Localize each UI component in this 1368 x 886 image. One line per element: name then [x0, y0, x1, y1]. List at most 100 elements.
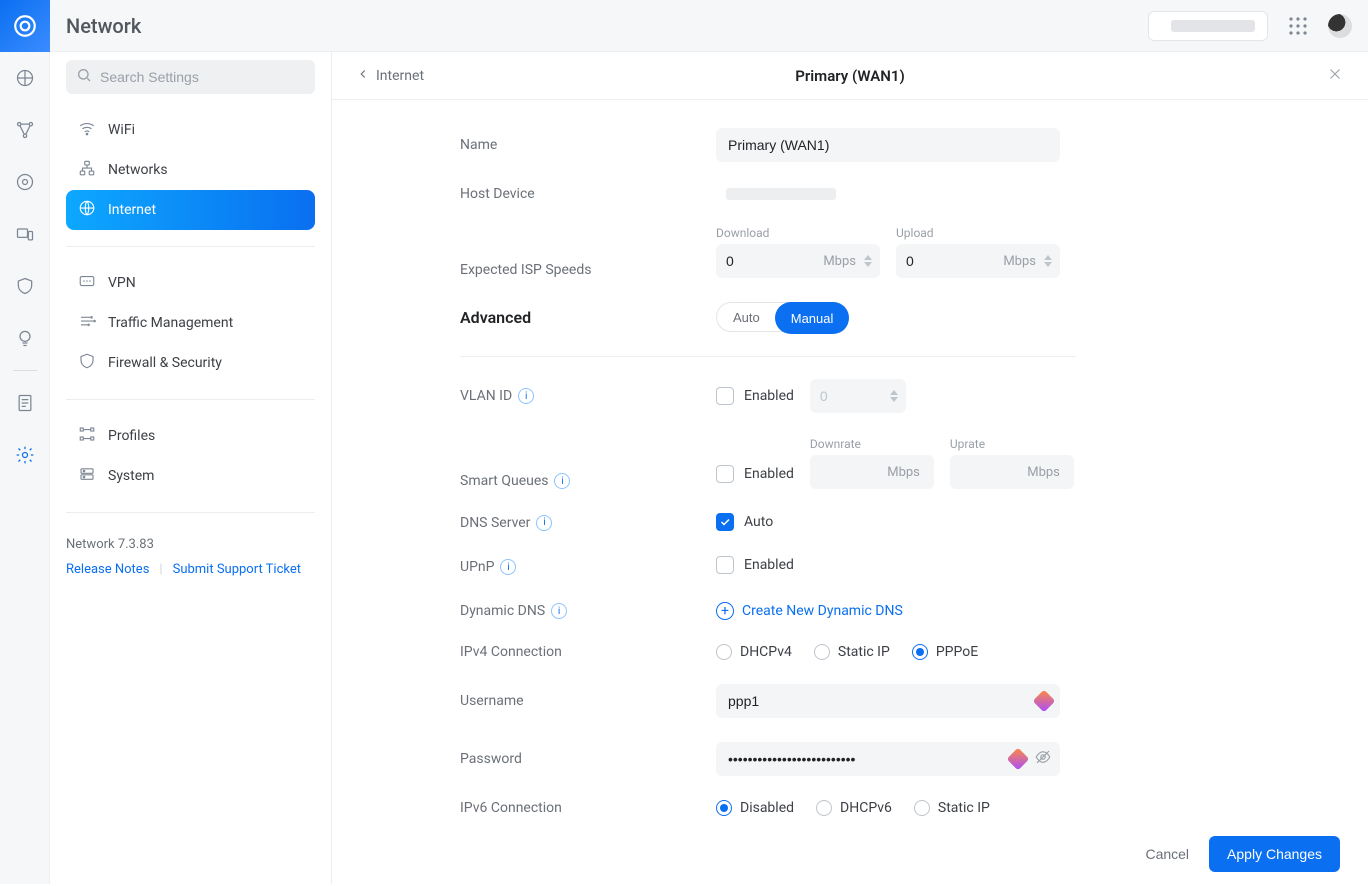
unit-label: Mbps — [887, 465, 920, 480]
device-name-redacted — [1171, 20, 1255, 32]
info-icon[interactable]: i — [551, 603, 567, 619]
sidebar-item-internet[interactable]: Internet — [66, 190, 315, 230]
breadcrumb-bar: Internet Primary (WAN1) — [332, 52, 1368, 100]
sidebar-item-system[interactable]: System — [66, 456, 315, 496]
info-icon[interactable]: i — [554, 473, 570, 489]
credentials-icon — [1033, 690, 1056, 713]
vlan-enabled-checkbox[interactable]: Enabled — [716, 387, 794, 405]
apply-changes-button[interactable]: Apply Changes — [1209, 836, 1340, 872]
wifi-icon — [78, 119, 96, 141]
ipv4-pppoe-radio[interactable]: PPPoE — [912, 644, 978, 660]
download-value-field[interactable] — [726, 253, 786, 269]
speeds-label: Expected ISP Speeds — [460, 262, 716, 278]
cancel-button[interactable]: Cancel — [1145, 846, 1189, 862]
downrate-label: Downrate — [810, 437, 934, 451]
sidebar-item-label: VPN — [108, 275, 136, 291]
ipv6-label: IPv6 Connection — [460, 800, 716, 816]
unit-label: Mbps — [1003, 254, 1036, 269]
sidebar-item-label: Firewall & Security — [108, 355, 222, 371]
password-label: Password — [460, 751, 716, 767]
ipv4-dhcp-radio[interactable]: DHCPv4 — [716, 644, 792, 660]
avatar[interactable] — [1328, 14, 1352, 38]
smart-queues-enabled-checkbox[interactable]: Enabled — [716, 465, 794, 483]
credentials-icon — [1007, 748, 1030, 771]
ipv6-static-radio[interactable]: Static IP — [914, 800, 990, 816]
download-label: Download — [716, 226, 880, 240]
chevron-left-icon — [356, 67, 370, 85]
info-icon[interactable]: i — [518, 388, 534, 404]
vlan-label: VLAN ID — [460, 388, 512, 404]
action-bar: Cancel Apply Changes — [332, 822, 1368, 886]
checkbox-label: Enabled — [744, 388, 794, 404]
app-switcher-icon[interactable] — [1286, 14, 1310, 38]
console-device-chip[interactable] — [1148, 11, 1268, 41]
dns-label: DNS Server — [460, 515, 530, 531]
mode-auto-button[interactable]: Auto — [717, 303, 776, 331]
ipv4-static-radio[interactable]: Static IP — [814, 644, 890, 660]
ipv6-dhcp-radio[interactable]: DHCPv6 — [816, 800, 892, 816]
uprate-field — [960, 464, 1020, 480]
stepper-icon[interactable] — [864, 248, 876, 274]
info-icon[interactable]: i — [500, 559, 516, 575]
back-link[interactable]: Internet — [356, 67, 424, 85]
sidebar-item-label: Networks — [108, 162, 168, 178]
username-label: Username — [460, 693, 716, 709]
rail-devices-icon[interactable] — [0, 208, 50, 260]
page-title: Network — [66, 14, 141, 38]
version-text: Network 7.3.83 — [66, 537, 315, 552]
sidebar-item-vpn[interactable]: VPN — [66, 263, 315, 303]
brand-logo[interactable] — [0, 0, 50, 52]
sidebar-item-label: Internet — [108, 202, 156, 218]
name-label: Name — [460, 137, 716, 153]
upload-input[interactable]: Mbps — [896, 244, 1060, 278]
downrate-field — [820, 464, 880, 480]
checkbox-label: Auto — [744, 514, 773, 530]
ipv6-disabled-radio[interactable]: Disabled — [716, 800, 794, 816]
server-icon — [78, 465, 96, 487]
rail-dashboard-icon[interactable] — [0, 52, 50, 104]
radio-label: PPPoE — [936, 644, 978, 660]
name-input[interactable] — [716, 128, 1060, 162]
close-button[interactable] — [1326, 65, 1344, 87]
advanced-mode-toggle[interactable]: Auto Manual — [716, 302, 849, 332]
rail-topology-icon[interactable] — [0, 104, 50, 156]
lan-icon — [78, 159, 96, 181]
stepper-icon — [890, 383, 902, 409]
create-ddns-button[interactable]: + Create New Dynamic DNS — [716, 602, 903, 620]
upload-value-field[interactable] — [906, 253, 966, 269]
ddns-label: Dynamic DNS — [460, 603, 545, 619]
stepper-icon[interactable] — [1044, 248, 1056, 274]
rail-settings-icon[interactable] — [0, 429, 50, 481]
upnp-label: UPnP — [460, 559, 494, 575]
rail-security-icon[interactable] — [0, 260, 50, 312]
radio-label: Disabled — [740, 800, 794, 816]
rail-insights-icon[interactable] — [0, 312, 50, 364]
search-box[interactable] — [66, 60, 315, 94]
search-input[interactable] — [100, 69, 305, 85]
settings-sidebar: WiFi Networks Internet VPN Traffic Manag… — [50, 52, 332, 884]
rail-divider — [13, 370, 37, 371]
support-ticket-link[interactable]: Submit Support Ticket — [173, 562, 301, 577]
vpn-icon — [78, 272, 96, 294]
info-icon[interactable]: i — [536, 515, 552, 531]
release-notes-link[interactable]: Release Notes — [66, 562, 149, 577]
create-ddns-label: Create New Dynamic DNS — [742, 603, 903, 619]
mode-manual-button[interactable]: Manual — [775, 302, 850, 334]
username-input[interactable] — [716, 684, 1060, 718]
rail-radar-icon[interactable] — [0, 156, 50, 208]
toggle-password-visibility-icon[interactable] — [1034, 748, 1052, 770]
sidebar-item-traffic[interactable]: Traffic Management — [66, 303, 315, 343]
sidebar-item-profiles[interactable]: Profiles — [66, 416, 315, 456]
globe-icon — [78, 199, 96, 221]
sidebar-item-label: WiFi — [108, 122, 135, 138]
upnp-enabled-checkbox[interactable]: Enabled — [716, 556, 794, 574]
app-rail — [0, 0, 50, 884]
rail-logs-icon[interactable] — [0, 377, 50, 429]
sidebar-item-networks[interactable]: Networks — [66, 150, 315, 190]
sidebar-item-wifi[interactable]: WiFi — [66, 110, 315, 150]
sliders-icon — [78, 425, 96, 447]
radio-label: Static IP — [938, 800, 990, 816]
dns-auto-checkbox[interactable]: Auto — [716, 513, 773, 531]
download-input[interactable]: Mbps — [716, 244, 880, 278]
sidebar-item-firewall[interactable]: Firewall & Security — [66, 343, 315, 383]
